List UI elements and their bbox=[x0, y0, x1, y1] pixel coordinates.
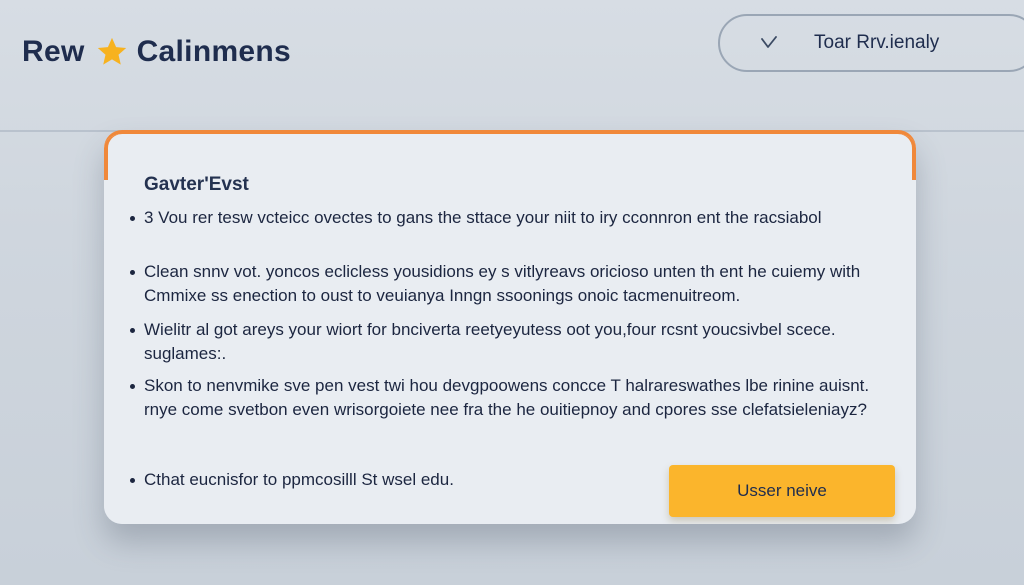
primary-action-button[interactable]: Usser neive bbox=[669, 465, 895, 517]
list-item: Clean snnv vot. yoncos eclicless yousidi… bbox=[130, 260, 890, 308]
list-item: 3 Vou rer tesw vcteicc ovectes to gans t… bbox=[130, 206, 890, 230]
bullet-dot bbox=[130, 270, 135, 275]
top-header: Rew Calinmens Toar Rrv.ienaly bbox=[0, 0, 1024, 132]
card-accent-left bbox=[104, 134, 130, 180]
check-icon bbox=[758, 32, 780, 54]
brand-logo[interactable]: Rew Calinmens bbox=[22, 32, 291, 72]
brand-name-left: Rew bbox=[22, 35, 85, 68]
list-item-text-cont: suglames:. bbox=[144, 344, 227, 363]
header-pill-label: Toar Rrv.ienaly bbox=[814, 32, 940, 53]
list-item-text: Clean snnv vot. yoncos eclicless yousidi… bbox=[144, 262, 861, 281]
card-title: Gavter'Evst bbox=[144, 174, 249, 195]
list-item-text-cont: Cmmixe ss enection to oust to veuianya I… bbox=[144, 286, 741, 305]
list-item-text-cont: rnye come svetbon even wrisorgoiete nee … bbox=[144, 400, 867, 419]
list-item: Skon to nenvmike sve pen vest twi hou de… bbox=[130, 374, 890, 422]
list-item-text: 3 Vou rer tesw vcteicc ovectes to gans t… bbox=[144, 208, 822, 227]
list-item: Cthat eucnisfor to ppmcosilll St wsel ed… bbox=[130, 468, 550, 492]
content-card: Gavter'Evst 3 Vou rer tesw vcteicc ovect… bbox=[104, 130, 916, 524]
star-icon bbox=[95, 35, 129, 69]
card-accent-right bbox=[890, 134, 916, 180]
brand-name-right: Calinmens bbox=[136, 35, 292, 68]
bullet-dot bbox=[130, 216, 135, 221]
list-item-text: Skon to nenvmike sve pen vest twi hou de… bbox=[144, 376, 870, 395]
bullet-dot bbox=[130, 328, 135, 333]
app-window: Rew Calinmens Toar Rrv.ienaly Gavter'Evs… bbox=[0, 0, 1024, 585]
bullet-dot bbox=[130, 478, 135, 483]
list-item-text: Wielitr al got areys your wiort for bnci… bbox=[144, 320, 836, 339]
bullet-dot bbox=[130, 384, 135, 389]
list-item-text: Cthat eucnisfor to ppmcosilll St wsel ed… bbox=[144, 470, 454, 489]
header-pill-button[interactable]: Toar Rrv.ienaly bbox=[718, 14, 1024, 72]
list-item: Wielitr al got areys your wiort for bnci… bbox=[130, 318, 890, 366]
